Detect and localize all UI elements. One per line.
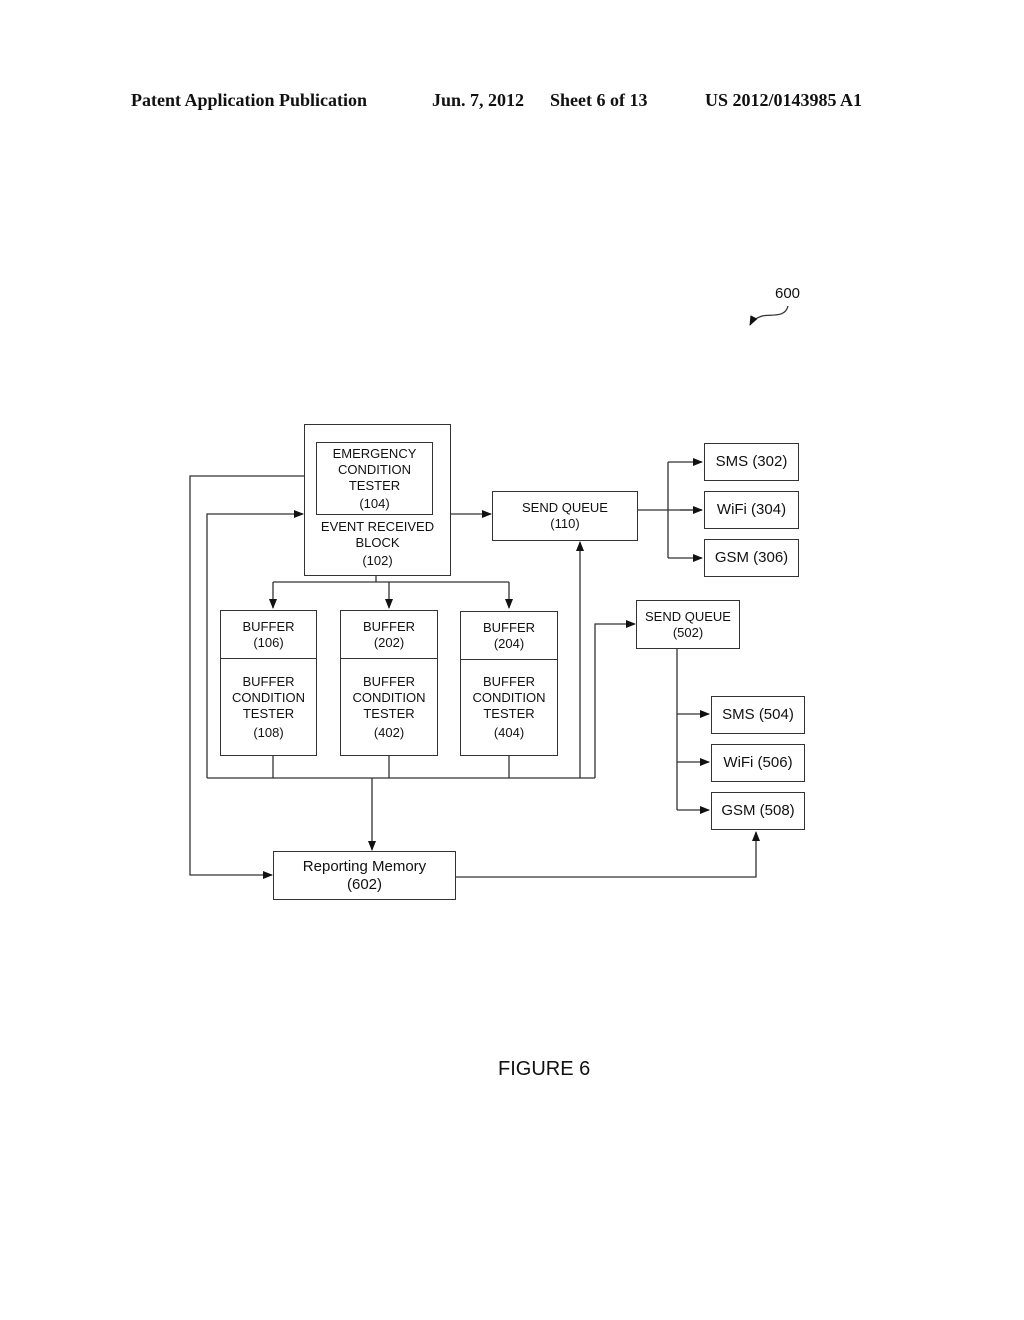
buffer-204: BUFFER (204) — [460, 611, 558, 661]
wifi-506-label: WiFi (506) — [723, 754, 793, 771]
send-queue-label: SEND QUEUE — [645, 608, 731, 624]
reporting-memory-ref: (602) — [346, 875, 383, 893]
tester-label: BUFFER — [483, 674, 535, 689]
ref-600-arrow — [749, 305, 789, 326]
buffer-106: BUFFER (106) — [220, 610, 317, 660]
buffer-ref: (202) — [373, 635, 405, 650]
tester-label: CONDITION — [352, 689, 426, 705]
tester-label: CONDITION — [472, 690, 546, 705]
gsm-508-label: GSM (508) — [721, 802, 795, 819]
sms-302-label: SMS (302) — [715, 453, 788, 470]
event-received-label: BLOCK — [355, 535, 400, 550]
gsm-508: GSM (508) — [711, 792, 805, 830]
tester-label: TESTER — [483, 706, 535, 721]
wifi-506: WiFi (506) — [711, 744, 805, 782]
buffer-label: BUFFER — [242, 619, 295, 634]
wire-bus-to-sendqueue502 — [594, 620, 636, 778]
buffer-202: BUFFER (202) — [340, 610, 438, 660]
tester-ref: (402) — [373, 724, 405, 740]
buffer-label: BUFFER — [363, 619, 415, 634]
send-queue-110: SEND QUEUE (110) — [492, 491, 638, 541]
tester-label: CONDITION — [232, 689, 305, 705]
buffer-condition-tester-402: BUFFER CONDITION TESTER (402) — [340, 658, 438, 756]
send-queue-label: SEND QUEUE — [522, 500, 608, 515]
event-received-label: EVENT RECEIVED — [320, 519, 435, 534]
wire-reporting-to-gsm508 — [456, 831, 760, 878]
wifi-304: WiFi (304) — [704, 491, 799, 529]
event-received-ref: (102) — [362, 553, 393, 568]
gsm-306-label: GSM (306) — [714, 549, 789, 566]
tester-label: BUFFER — [242, 673, 295, 689]
reporting-memory-label: Reporting Memory — [302, 857, 427, 875]
sms-302: SMS (302) — [704, 443, 799, 481]
tester-ref: (404) — [493, 725, 525, 740]
tester-label: TESTER — [242, 705, 295, 721]
emergency-tester-label: TESTER — [348, 477, 401, 493]
figure-ref-number: 600 — [775, 285, 801, 302]
sms-504-label: SMS (504) — [722, 706, 794, 723]
tester-label: TESTER — [363, 705, 415, 721]
send-queue-ref: (110) — [550, 516, 580, 531]
emergency-tester-label: EMERGENCY — [332, 445, 417, 461]
tester-ref: (108) — [253, 724, 284, 740]
sms-504: SMS (504) — [711, 696, 805, 734]
reporting-memory-602: Reporting Memory (602) — [273, 851, 456, 900]
send-queue-ref: (502) — [672, 624, 704, 640]
buffer-ref: (204) — [493, 636, 525, 651]
buffer-label: BUFFER — [483, 620, 535, 635]
gsm-306: GSM (306) — [704, 539, 799, 577]
wire-event-to-buffers — [273, 575, 509, 583]
wifi-304-label: WiFi (304) — [716, 501, 787, 518]
emergency-tester-label: CONDITION — [338, 461, 411, 477]
buffer-ref: (106) — [253, 635, 284, 650]
send-queue-502: SEND QUEUE (502) — [636, 600, 740, 649]
emergency-condition-tester: EMERGENCY CONDITION TESTER (104) — [316, 442, 433, 515]
buffer-condition-tester-108: BUFFER CONDITION TESTER (108) — [220, 658, 317, 756]
tester-label: BUFFER — [363, 673, 415, 689]
emergency-tester-ref: (104) — [359, 495, 390, 511]
figure-caption: FIGURE 6 — [498, 1058, 591, 1080]
buffer-condition-tester-404: BUFFER CONDITION TESTER (404) — [460, 659, 558, 756]
